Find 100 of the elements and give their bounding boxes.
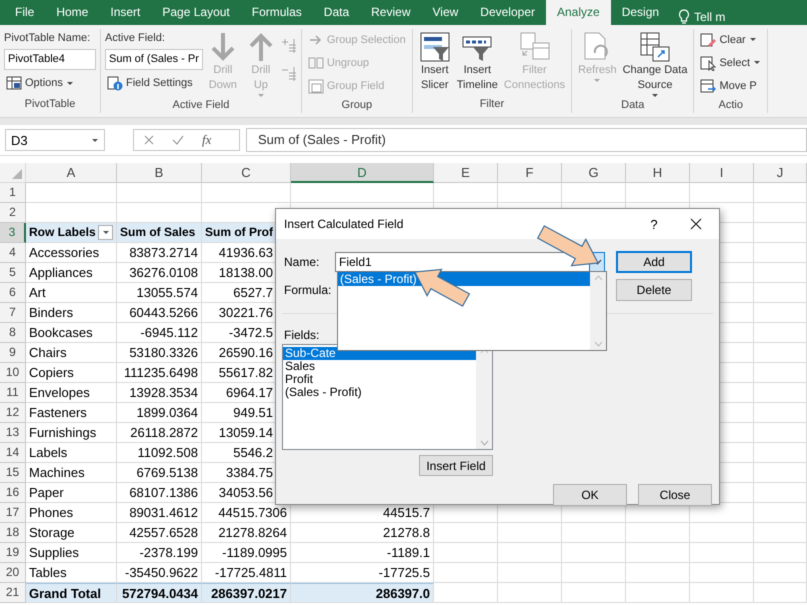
- row-header[interactable]: 9: [0, 343, 26, 363]
- column-header[interactable]: J: [754, 163, 807, 183]
- caret-icon: [593, 78, 602, 83]
- column-header[interactable]: F: [498, 163, 562, 183]
- table-cell: 286397.0: [376, 586, 430, 601]
- ribbon-button[interactable]: Clear: [698, 29, 764, 50]
- row-header[interactable]: 10: [0, 363, 26, 383]
- row-header[interactable]: 19: [0, 543, 26, 563]
- dialog-button[interactable]: Close: [638, 484, 712, 506]
- column-header[interactable]: I: [690, 163, 754, 183]
- input-field[interactable]: Sum of (Sales - Pr: [105, 49, 203, 70]
- table-cell: [754, 443, 807, 463]
- ribbon-button[interactable]: Options: [4, 72, 96, 94]
- table-cell: Fasteners: [29, 405, 87, 420]
- table-cell: Labels: [29, 445, 68, 460]
- ribbon-tab[interactable]: Formulas: [240, 0, 313, 25]
- dialog-button[interactable]: Add: [616, 251, 692, 273]
- filter-dropdown-button[interactable]: [98, 225, 113, 240]
- table-cell: 1899.0364: [136, 405, 198, 420]
- row-header[interactable]: 14: [0, 443, 26, 463]
- row-header[interactable]: 20: [0, 563, 26, 583]
- table-cell: 26118.2872: [130, 425, 198, 440]
- column-header[interactable]: H: [626, 163, 690, 183]
- column-header[interactable]: D: [291, 163, 434, 183]
- row-header[interactable]: 1: [0, 183, 26, 203]
- table-cell-text: Row Labels: [29, 224, 96, 241]
- list-item[interactable]: Profit: [283, 373, 476, 386]
- row-header[interactable]: 12: [0, 403, 26, 423]
- list-item[interactable]: (Sales - Profit): [283, 386, 476, 399]
- column-header[interactable]: E: [434, 163, 498, 183]
- input-field[interactable]: PivotTable4: [4, 49, 96, 70]
- table-cell: [754, 463, 807, 483]
- table-cell: -35450.9622: [124, 565, 198, 580]
- column-header[interactable]: A: [26, 163, 117, 183]
- caret-icon: [102, 230, 110, 235]
- select-all-button[interactable]: [0, 163, 26, 183]
- chevron-down-icon: [594, 341, 602, 347]
- row-header[interactable]: 3: [0, 223, 26, 243]
- row-header[interactable]: 15: [0, 463, 26, 483]
- name-box[interactable]: D3: [5, 129, 105, 151]
- ribbon-button[interactable]: Insert Timeline: [454, 29, 500, 95]
- table-cell: [498, 543, 562, 563]
- ribbon-tab[interactable]: View: [422, 0, 470, 25]
- info-icon: [107, 75, 123, 91]
- ribbon-tab[interactable]: Design: [610, 0, 670, 25]
- dialog-button[interactable]: Insert Field: [419, 455, 493, 476]
- row-header[interactable]: 18: [0, 523, 26, 543]
- ribbon-tab[interactable]: Developer: [469, 0, 546, 25]
- table-cell: 55617.82: [218, 365, 273, 380]
- ribbon-button[interactable]: Insert Slicer: [416, 29, 453, 95]
- tell-me-search[interactable]: Tell m: [694, 10, 726, 24]
- row-header[interactable]: 21: [0, 583, 26, 603]
- dialog-button[interactable]: OK: [553, 484, 627, 506]
- row-header[interactable]: 6: [0, 283, 26, 303]
- ribbon-tab[interactable]: File: [4, 0, 46, 25]
- table-cell: 44515.7306: [218, 505, 287, 520]
- ribbon-tab[interactable]: Page Layout: [151, 0, 241, 25]
- ribbon-button[interactable]: Change Data Source: [620, 29, 690, 100]
- ribbon-tab[interactable]: Home: [45, 0, 100, 25]
- row-header[interactable]: 2: [0, 203, 26, 223]
- row-header[interactable]: 4: [0, 243, 26, 263]
- table-cell: [498, 583, 562, 603]
- table-cell: [754, 403, 807, 423]
- group-label: Active Field: [172, 98, 230, 113]
- column-header[interactable]: G: [562, 163, 626, 183]
- ribbon-button[interactable]: Select: [698, 52, 764, 74]
- row-header[interactable]: 16: [0, 483, 26, 503]
- ribbon-tab[interactable]: Review: [360, 0, 422, 25]
- table-cell: Grand Total: [29, 586, 101, 601]
- help-button[interactable]: ?: [639, 216, 669, 232]
- callout-arrow: [536, 225, 599, 266]
- ribbon-tab[interactable]: Insert: [99, 0, 152, 25]
- row-header[interactable]: 17: [0, 503, 26, 523]
- ribbon-tab[interactable]: Data: [312, 0, 360, 25]
- spreadsheet-icon: [639, 31, 672, 63]
- scrollbar[interactable]: [590, 272, 606, 350]
- row-header[interactable]: 13: [0, 423, 26, 443]
- ribbon-button[interactable]: Field Settings: [105, 72, 203, 94]
- ribbon-tab[interactable]: Analyze: [546, 0, 611, 25]
- list-item[interactable]: Sales: [283, 360, 476, 373]
- table-icon: [308, 54, 324, 71]
- cancel-icon[interactable]: [144, 135, 154, 145]
- table-cell: -2378.199: [139, 545, 198, 560]
- table-cell: -1189.0995: [222, 545, 287, 560]
- insert-function-button[interactable]: fx: [202, 132, 212, 148]
- table-cell: 6769.5138: [136, 465, 198, 480]
- row-header[interactable]: 11: [0, 383, 26, 403]
- check-icon[interactable]: [172, 135, 184, 145]
- row-header[interactable]: 8: [0, 323, 26, 343]
- dialog-button[interactable]: Delete: [616, 279, 692, 301]
- ribbon-button[interactable]: Move P: [698, 76, 764, 97]
- column-header[interactable]: C: [202, 163, 291, 183]
- formula-field[interactable]: Sum of (Sales - Profit): [246, 128, 807, 152]
- table-cell: [690, 543, 754, 563]
- table-cell: [754, 503, 807, 523]
- row-header[interactable]: 5: [0, 263, 26, 283]
- table-cell: 83873.2714: [129, 245, 198, 260]
- row-header[interactable]: 7: [0, 303, 26, 323]
- column-header[interactable]: B: [117, 163, 202, 183]
- table-cell: Chairs: [29, 345, 67, 360]
